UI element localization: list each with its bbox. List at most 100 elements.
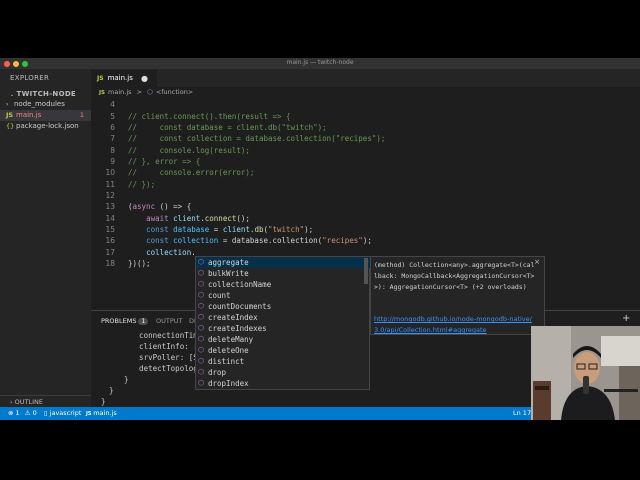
suggestion-label: count <box>208 291 231 300</box>
code-line: (async () => { <box>128 202 192 211</box>
suggestion-item[interactable]: ⬡ collectionName <box>196 279 370 290</box>
sidebar-item-label: node_modules <box>14 100 65 108</box>
suggestion-label: deleteOne <box>208 346 249 355</box>
problem-count-badge: 1 <box>138 318 149 325</box>
outline-section-header[interactable]: › OUTLINE <box>0 395 91 407</box>
suggestion-item[interactable]: ⬡ deleteMany <box>196 334 370 345</box>
suggestion-item[interactable]: ⬡ createIndex <box>196 312 370 323</box>
breadcrumb-separator: > <box>136 88 143 96</box>
suggestion-label: collectionName <box>208 280 272 289</box>
status-file-label: main.js <box>93 409 117 417</box>
breadcrumb-file[interactable]: main.js <box>108 88 132 96</box>
problems-status[interactable]: ⊗ 1 ⚠ 0 <box>8 407 37 420</box>
suggestion-item[interactable]: ⬡ dropIndex <box>196 378 370 389</box>
method-icon: ⬡ <box>198 379 205 387</box>
tab-label: main.js <box>107 74 133 82</box>
output-line: } <box>115 375 129 384</box>
suggestion-label: deleteMany <box>208 335 254 344</box>
line-number: 5 <box>110 112 115 121</box>
method-icon: ⬡ <box>198 346 205 354</box>
suggestion-item[interactable]: ⬡ countDocuments <box>196 301 370 312</box>
suggestion-label: aggregate <box>208 258 249 267</box>
suggestion-item[interactable]: ⬡ bulkWrite <box>196 268 370 279</box>
js-file-icon: JS <box>6 111 14 119</box>
suggestion-label: countDocuments <box>208 302 272 311</box>
sidebar-item-package-lock[interactable]: {} package-lock.json <box>0 121 91 132</box>
code-line: await client.connect(); <box>146 214 250 223</box>
line-number: 14 <box>105 214 115 223</box>
property-icon: ⬡ <box>198 280 205 288</box>
breadcrumb: JS main.js > ⬡ <function> <box>91 87 640 98</box>
explorer-sidebar: EXPLORER ⌄ TWITCH-NODE › node_modules JS m… <box>0 70 91 407</box>
code-line: // console.error(error); <box>128 168 255 177</box>
method-icon: ⬡ <box>198 357 205 365</box>
unsaved-dot-icon[interactable]: ● <box>141 70 148 87</box>
language-mode[interactable]: ▯ javascript <box>44 407 81 420</box>
suggestion-label: distinct <box>208 357 245 366</box>
code-line: })(); <box>128 259 151 268</box>
json-file-icon: {} <box>6 122 15 130</box>
docs-link[interactable]: http://mongodb.github.io/node-mongodb-na… <box>374 314 536 336</box>
method-icon: ⬡ <box>198 324 205 332</box>
suggestion-label: createIndexes <box>208 324 267 333</box>
suggestion-label: drop <box>208 368 227 377</box>
suggestion-details: (method) Collection<any>.aggregate<T>(ca… <box>370 256 545 335</box>
sidebar-item-node-modules[interactable]: › node_modules <box>0 99 91 110</box>
suggestion-item[interactable]: ⬡ createIndexes <box>196 323 370 334</box>
project-name: TWITCH-NODE <box>16 90 77 98</box>
code-line: // }); <box>128 180 156 189</box>
breadcrumb-symbol[interactable]: <function> <box>156 88 193 96</box>
line-number: 9 <box>110 157 115 166</box>
output-line: } <box>109 386 114 395</box>
chevron-right-icon: › <box>6 101 9 108</box>
method-icon: ⬡ <box>198 302 205 310</box>
code-line: const database = client.db("twitch"); <box>146 225 314 234</box>
method-icon: ⬡ <box>198 335 205 343</box>
outline-label: OUTLINE <box>14 398 44 406</box>
suggestion-item[interactable]: ⬡ drop <box>196 367 370 378</box>
tab-problems[interactable]: PROBLEMS 1 <box>101 317 149 325</box>
line-number: 7 <box>110 134 115 143</box>
problem-count-badge: 1 <box>79 111 84 119</box>
streamer-webcam-image <box>531 326 640 420</box>
tab-label: PROBLEMS <box>101 317 137 325</box>
sidebar-item-label: package-lock.json <box>16 122 79 130</box>
tab-main-js[interactable]: JS main.js ● <box>91 70 157 87</box>
line-number: 10 <box>105 168 115 177</box>
language-label: javascript <box>49 409 82 417</box>
video-top-letterbox <box>0 0 640 58</box>
method-icon: ⬡ <box>198 291 205 299</box>
output-line: srvPoller: [Srv <box>121 353 207 362</box>
method-icon: ⬡ <box>198 269 205 277</box>
line-number: 18 <box>105 259 115 268</box>
code-line: const collection = database.collection("… <box>146 236 372 245</box>
add-terminal-button[interactable]: + <box>622 313 630 324</box>
suggestions-scrollbar[interactable] <box>364 258 368 284</box>
js-file-icon: JS <box>99 90 106 96</box>
line-number: 11 <box>105 180 115 189</box>
line-number: 13 <box>105 202 115 211</box>
line-number: 4 <box>110 100 115 109</box>
sidebar-item-main-js[interactable]: JS main.js 1 <box>0 110 91 121</box>
suggestion-item[interactable]: ⬡ distinct <box>196 356 370 367</box>
line-number: 15 <box>105 225 115 234</box>
tab-output[interactable]: OUTPUT <box>156 317 183 325</box>
function-symbol-icon: ⬡ <box>147 88 153 96</box>
status-file[interactable]: JS main.js <box>86 407 117 420</box>
project-section-header[interactable]: ⌄ TWITCH-NODE <box>10 90 76 98</box>
close-icon[interactable]: × <box>534 258 540 266</box>
js-file-icon: JS <box>97 75 104 82</box>
webcam-overlay <box>531 326 640 420</box>
autocomplete-suggestions[interactable]: ⬡ aggregate ⬡ bulkWrite ⬡ collectionName ⬡ c… <box>195 256 370 390</box>
video-bottom-letterbox <box>0 420 640 480</box>
suggestion-item[interactable]: ⬡ deleteOne <box>196 345 370 356</box>
suggestion-item[interactable]: ⬡ count <box>196 290 370 301</box>
suggestion-label: dropIndex <box>208 379 249 388</box>
code-line: // client.connect().then(result => { <box>128 112 291 121</box>
code-line: // }, error => { <box>128 157 201 166</box>
method-signature: (method) Collection<any>.aggregate<T>(ca… <box>374 261 535 291</box>
line-number: 17 <box>105 248 115 257</box>
sidebar-item-label: main.js <box>16 111 42 119</box>
method-icon: ⬡ <box>198 368 205 376</box>
suggestion-item[interactable]: ⬡ aggregate <box>196 257 370 268</box>
